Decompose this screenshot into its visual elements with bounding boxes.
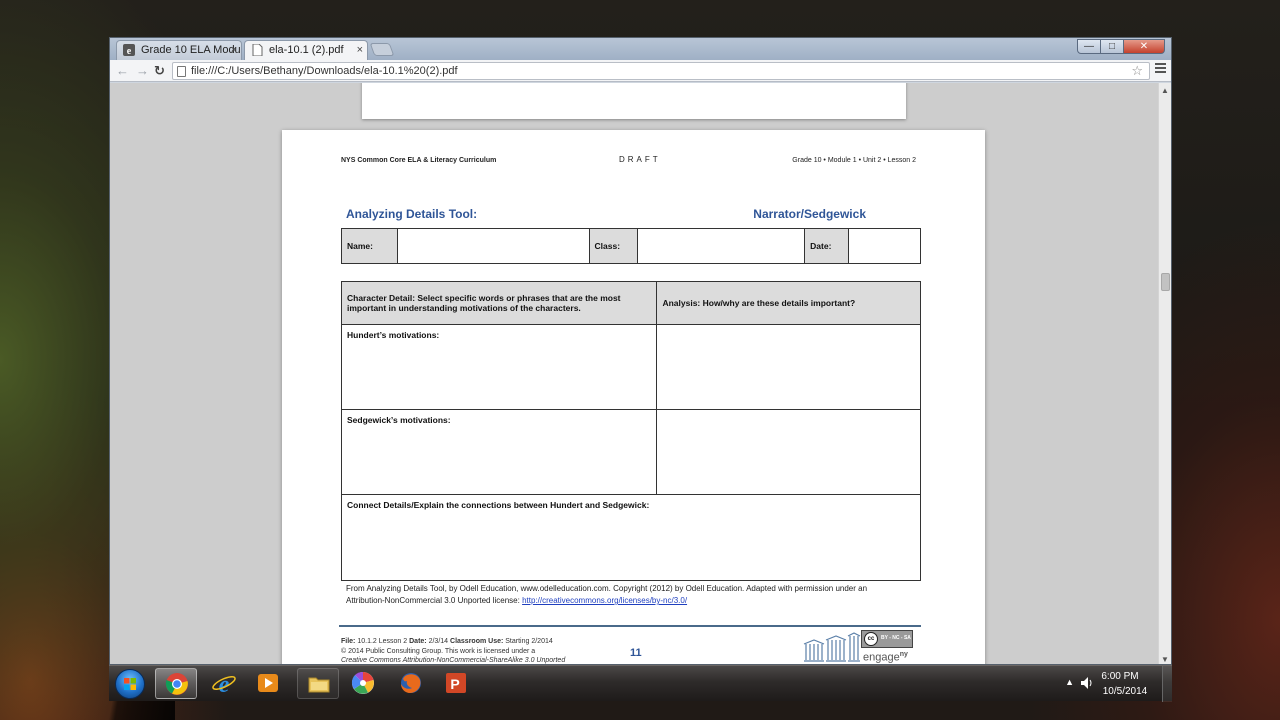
- engage-ny-logo: engageny: [863, 651, 908, 664]
- hundert-analysis-cell[interactable]: [656, 324, 921, 410]
- media-player-icon: [258, 674, 278, 692]
- citation: From Analyzing Details Tool, by Odell Ed…: [346, 583, 906, 607]
- name-field[interactable]: [396, 228, 590, 264]
- maximize-button[interactable]: □: [1100, 39, 1124, 54]
- vertical-scrollbar[interactable]: ▲ ▼: [1158, 83, 1171, 664]
- pdf-page: NYS Common Core ELA & Literacy Curriculu…: [282, 130, 985, 664]
- page-number: 11: [630, 647, 642, 659]
- date-field[interactable]: [848, 228, 921, 264]
- svg-text:P: P: [450, 676, 459, 692]
- cc-icon: cc: [864, 632, 878, 646]
- svg-text:e: e: [127, 46, 132, 56]
- date-value: 2/3/14: [428, 638, 449, 645]
- folder-icon: [308, 677, 330, 693]
- class-label: Class:: [588, 228, 638, 264]
- taskbar-internet-explorer[interactable]: e: [203, 668, 245, 699]
- engage-logo-text: engage: [863, 651, 900, 664]
- clock-date[interactable]: 10/5/2014: [1095, 686, 1155, 697]
- taskbar-chrome[interactable]: [155, 668, 197, 699]
- header-draft: DRAFT: [619, 155, 661, 164]
- engage-logo-sup: ny: [899, 651, 908, 658]
- taskbar-picasa[interactable]: [342, 668, 384, 699]
- classroom-use-label: Classroom Use:: [450, 638, 504, 645]
- show-desktop-button[interactable]: [1162, 666, 1172, 702]
- columns-logo-icon: [803, 632, 861, 662]
- date-label: Date:: [409, 638, 427, 645]
- tab-close-icon[interactable]: ×: [357, 41, 363, 59]
- taskbar-powerpoint[interactable]: P: [435, 668, 477, 699]
- scroll-down-icon[interactable]: ▼: [1161, 655, 1169, 664]
- previous-page: [362, 83, 906, 119]
- scroll-thumb[interactable]: [1161, 273, 1170, 291]
- tool-subtitle: Narrator/Sedgewick: [753, 207, 866, 221]
- page-icon: [252, 44, 263, 56]
- powerpoint-icon: P: [446, 673, 466, 693]
- tab-label: ela-10.1 (2).pdf: [269, 44, 344, 56]
- taskbar-firefox[interactable]: [390, 668, 432, 699]
- forward-arrow-icon[interactable]: →: [136, 63, 149, 78]
- close-button[interactable]: ✕: [1123, 39, 1165, 54]
- header-curriculum: NYS Common Core ELA & Literacy Curriculu…: [341, 157, 497, 164]
- bookmark-star-icon[interactable]: ☆: [1131, 63, 1143, 79]
- hundert-motivations-cell[interactable]: Hundert’s motivations:: [340, 324, 658, 410]
- window-controls: — □ ✕: [1077, 39, 1165, 55]
- minimize-button[interactable]: —: [1077, 39, 1101, 54]
- windows-logo-icon: [124, 678, 136, 690]
- taskbar: e P ▲ 6:00 PM 10/5/2014: [109, 665, 1172, 702]
- sedgewick-analysis-cell[interactable]: [656, 409, 921, 495]
- browser-window: e Grade 10 ELA Modul × ela-10.1 (2).pdf …: [109, 37, 1172, 665]
- firefox-icon: [401, 673, 421, 693]
- file-label: File:: [341, 638, 356, 645]
- svg-text:e: e: [219, 672, 230, 695]
- tab-grade-10-ela[interactable]: e Grade 10 ELA Modul ×: [116, 40, 242, 60]
- license-line: © 2014 Public Consulting Group. This wor…: [341, 647, 536, 655]
- tab-close-icon[interactable]: ×: [231, 41, 237, 59]
- pdf-viewer[interactable]: NYS Common Core ELA & Literacy Curriculu…: [110, 83, 1160, 664]
- scroll-up-icon[interactable]: ▲: [1161, 86, 1169, 95]
- taskbar-file-explorer[interactable]: [297, 668, 339, 699]
- new-tab-button[interactable]: [369, 43, 395, 56]
- tool-title: Analyzing Details Tool:: [346, 207, 478, 221]
- browser-toolbar: ← → ↻ file:///C:/Users/Bethany/Downloads…: [110, 60, 1171, 82]
- picasa-icon: [351, 671, 374, 694]
- header-lesson: Grade 10 • Module 1 • Unit 2 • Lesson 2: [792, 157, 916, 164]
- license-link[interactable]: http://creativecommons.org/licenses/by-n…: [522, 596, 687, 605]
- date-label: Date:: [804, 228, 850, 264]
- favicon-icon: e: [123, 44, 135, 56]
- back-arrow-icon[interactable]: ←: [116, 63, 129, 78]
- connect-details-cell[interactable]: Connect Details/Explain the connections …: [341, 494, 921, 581]
- sedgewick-motivations-cell[interactable]: Sedgewick’s motivations:: [340, 409, 658, 495]
- file-value: 10.1.2 Lesson 2: [357, 638, 408, 645]
- address-bar[interactable]: file:///C:/Users/Bethany/Downloads/ela-1…: [172, 62, 1150, 80]
- tab-label: Grade 10 ELA Modul: [141, 44, 242, 56]
- analysis-table: Character Detail: Select specific words …: [340, 281, 921, 581]
- title-bar: e Grade 10 ELA Modul × ela-10.1 (2).pdf …: [110, 38, 1171, 60]
- classroom-use-value: Starting 2/2014: [505, 638, 553, 645]
- analysis-header: Analysis: How/why are these details impo…: [656, 281, 921, 325]
- tab-pdf[interactable]: ela-10.1 (2).pdf ×: [244, 40, 368, 60]
- chrome-menu-icon[interactable]: [1155, 63, 1166, 75]
- footer-rule: [339, 625, 921, 627]
- cc-badge-text: BY - NC - SA: [881, 635, 911, 641]
- character-detail-header: Character Detail: Select specific words …: [340, 281, 658, 325]
- taskbar-media-player[interactable]: [247, 668, 289, 699]
- start-button[interactable]: [115, 669, 145, 699]
- page-icon: [177, 66, 186, 77]
- cc-license-line: Creative Commons Attribution-NonCommerci…: [341, 657, 566, 664]
- name-label: Name:: [341, 228, 398, 264]
- class-field[interactable]: [636, 228, 806, 264]
- footer-info: File: 10.1.2 Lesson 2 Date: 2/3/14 Class…: [341, 637, 581, 664]
- url-text[interactable]: file:///C:/Users/Bethany/Downloads/ela-1…: [191, 64, 458, 79]
- show-hidden-icons-icon[interactable]: ▲: [1065, 677, 1074, 687]
- info-table: Name: Class: Date:: [341, 228, 921, 264]
- cc-license-badge: cc BY - NC - SA: [861, 630, 913, 648]
- system-tray: ▲ 6:00 PM 10/5/2014: [1042, 666, 1172, 702]
- clock-time[interactable]: 6:00 PM: [1090, 671, 1150, 682]
- internet-explorer-icon: e: [212, 672, 236, 695]
- chrome-icon: [165, 673, 188, 695]
- reload-icon[interactable]: ↻: [154, 63, 165, 78]
